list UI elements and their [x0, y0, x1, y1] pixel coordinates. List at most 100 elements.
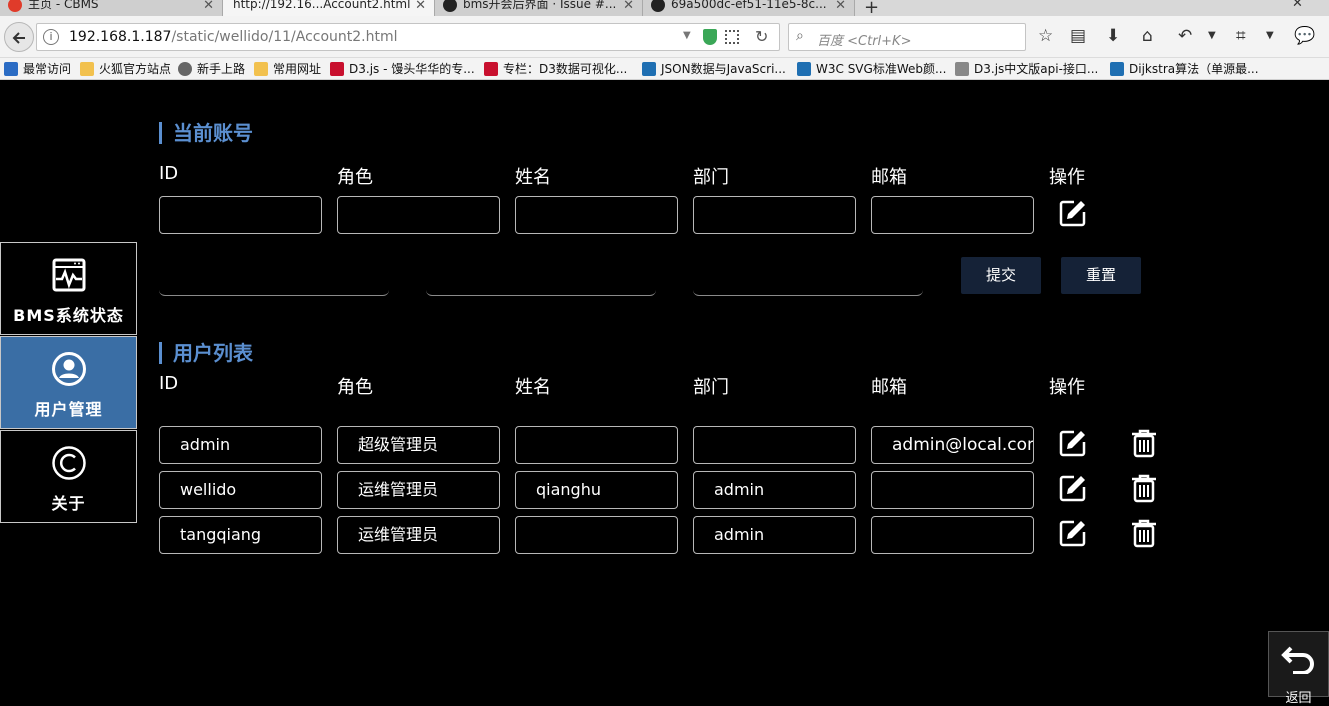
column-header-action: 操作: [1049, 167, 1085, 188]
reading-list-icon[interactable]: ▤: [1070, 26, 1086, 46]
user-email-field[interactable]: [871, 516, 1034, 554]
sidebar-item-user-management[interactable]: 用户管理: [0, 336, 137, 429]
reset-button[interactable]: 重置: [1061, 257, 1141, 294]
bookmark-favicon-icon: [955, 62, 969, 76]
folder-icon: [80, 62, 94, 76]
back-button[interactable]: [4, 22, 34, 52]
bookmark-item[interactable]: 火狐官方站点: [80, 61, 171, 77]
browser-tab-bar: 主页 - CBMS ✕ http://192.16...Account2.htm…: [0, 0, 1329, 16]
folder-icon: [254, 62, 268, 76]
user-id-field[interactable]: tangqiang: [159, 516, 322, 554]
user-icon: [51, 352, 86, 386]
bookmark-item[interactable]: Dijkstra算法（单源最...: [1110, 61, 1259, 77]
window-close-icon[interactable]: ✕: [1292, 0, 1303, 11]
column-header-action: 操作: [1049, 377, 1085, 398]
sidebar-item-about[interactable]: 关于: [0, 430, 137, 523]
browser-tab-1[interactable]: 主页 - CBMS ✕: [0, 0, 223, 16]
search-bar[interactable]: ⌕ 百度 <Ctrl+K>: [788, 23, 1026, 51]
user-name-field[interactable]: [515, 426, 678, 464]
crop-dropdown-icon[interactable]: ▼: [1266, 30, 1274, 41]
screenshot-crop-icon[interactable]: ⌗: [1236, 26, 1246, 46]
user-name-field[interactable]: [515, 516, 678, 554]
home-icon[interactable]: ⌂: [1142, 26, 1153, 46]
bookmark-item[interactable]: 常用网址: [254, 61, 321, 77]
browser-tab-2[interactable]: http://192.16...Account2.html ✕: [223, 0, 435, 16]
reload-icon[interactable]: ↻: [755, 27, 768, 46]
column-header-role: 角色: [337, 377, 373, 398]
chat-icon[interactable]: 💬: [1294, 26, 1315, 46]
return-button[interactable]: 返回: [1268, 631, 1329, 706]
submit-button[interactable]: 提交: [961, 257, 1041, 294]
current-email-field[interactable]: [871, 196, 1034, 234]
bookmark-label: 新手上路: [197, 62, 246, 76]
trash-icon[interactable]: [1129, 428, 1159, 458]
url-text[interactable]: 192.168.1.187/static/wellido/11/Account2…: [69, 29, 398, 45]
trash-icon[interactable]: [1129, 518, 1159, 548]
current-dept-field[interactable]: [693, 196, 856, 234]
sidebar-item-bms-status[interactable]: BMS系统状态: [0, 242, 137, 335]
bookmark-label: 常用网址: [273, 62, 322, 76]
tab-close-icon[interactable]: ✕: [835, 0, 846, 14]
url-dropdown-icon[interactable]: ▼: [683, 30, 691, 41]
shield-icon[interactable]: [703, 29, 717, 45]
edit-icon[interactable]: [1058, 518, 1088, 548]
column-header-role: 角色: [337, 167, 373, 188]
user-role-field[interactable]: 运维管理员: [337, 471, 500, 509]
current-role-field[interactable]: [337, 196, 500, 234]
edit-icon[interactable]: [1058, 428, 1088, 458]
bookmark-favicon-icon: [642, 62, 656, 76]
user-role-field[interactable]: 超级管理员: [337, 426, 500, 464]
bookmark-label: Dijkstra算法（单源最...: [1129, 62, 1259, 76]
user-dept-field[interactable]: [693, 426, 856, 464]
sidebar-item-label: BMS系统状态: [13, 306, 124, 325]
download-icon[interactable]: ⬇: [1106, 26, 1120, 46]
url-bar[interactable]: i 192.168.1.187/static/wellido/11/Accoun…: [36, 23, 780, 51]
bookmark-item[interactable]: D3.js中文版api-接口...: [955, 61, 1098, 77]
new-tab-icon[interactable]: +: [864, 0, 879, 16]
current-name-field[interactable]: [515, 196, 678, 234]
undo-icon[interactable]: ↶: [1178, 26, 1192, 46]
user-dept-field[interactable]: admin: [693, 471, 856, 509]
tab-close-icon[interactable]: ✕: [623, 0, 634, 14]
column-header-id: ID: [159, 163, 179, 184]
hidden-input-1[interactable]: [159, 256, 389, 296]
site-info-icon[interactable]: i: [43, 29, 59, 45]
user-email-field[interactable]: admin@local.com: [871, 426, 1034, 464]
tab-label: http://192.16...Account2.html: [233, 0, 411, 11]
user-id-field[interactable]: admin: [159, 426, 322, 464]
bookmark-item[interactable]: 最常访问: [4, 61, 71, 77]
user-email-field[interactable]: [871, 471, 1034, 509]
column-header-name: 姓名: [515, 167, 551, 188]
bookmark-item[interactable]: 专栏：D3数据可视化...: [484, 61, 627, 77]
bookmark-label: W3C SVG标准Web颜...: [816, 62, 947, 76]
bookmark-item[interactable]: JSON数据与JavaScri...: [642, 61, 786, 77]
bookmark-item[interactable]: W3C SVG标准Web颜...: [797, 61, 946, 77]
edit-icon[interactable]: [1058, 198, 1088, 228]
globe-icon: [178, 62, 192, 76]
bookmark-item[interactable]: D3.js - 馒头华华的专...: [330, 61, 475, 77]
browser-tab-3[interactable]: bms开会后界面 · Issue #... ✕: [435, 0, 643, 16]
tab-close-icon[interactable]: ✕: [203, 0, 214, 14]
tab-close-icon[interactable]: ✕: [415, 0, 426, 14]
bookmark-label: 最常访问: [23, 62, 72, 76]
user-id-field[interactable]: wellido: [159, 471, 322, 509]
tab-label: bms开会后界面 · Issue #...: [463, 0, 617, 11]
hidden-input-3[interactable]: [693, 256, 923, 296]
user-role-field[interactable]: 运维管理员: [337, 516, 500, 554]
bookmark-label: D3.js中文版api-接口...: [974, 62, 1099, 76]
bookmark-star-icon[interactable]: ☆: [1038, 26, 1053, 46]
user-name-field[interactable]: qianghu: [515, 471, 678, 509]
edit-icon[interactable]: [1058, 473, 1088, 503]
hidden-input-2[interactable]: [426, 256, 656, 296]
browser-tab-4[interactable]: 69a500dc-ef51-11e5-8c... ✕: [643, 0, 855, 16]
undo-dropdown-icon[interactable]: ▼: [1208, 30, 1216, 41]
user-dept-field[interactable]: admin: [693, 516, 856, 554]
trash-icon[interactable]: [1129, 473, 1159, 503]
github-icon: [443, 0, 457, 12]
sidebar-item-label: 关于: [51, 494, 86, 513]
current-id-field[interactable]: [159, 196, 322, 234]
bookmark-item[interactable]: 新手上路: [178, 61, 245, 77]
qr-code-icon[interactable]: [725, 30, 739, 44]
bookmark-favicon-icon: [1110, 62, 1124, 76]
column-header-dept: 部门: [693, 377, 729, 398]
